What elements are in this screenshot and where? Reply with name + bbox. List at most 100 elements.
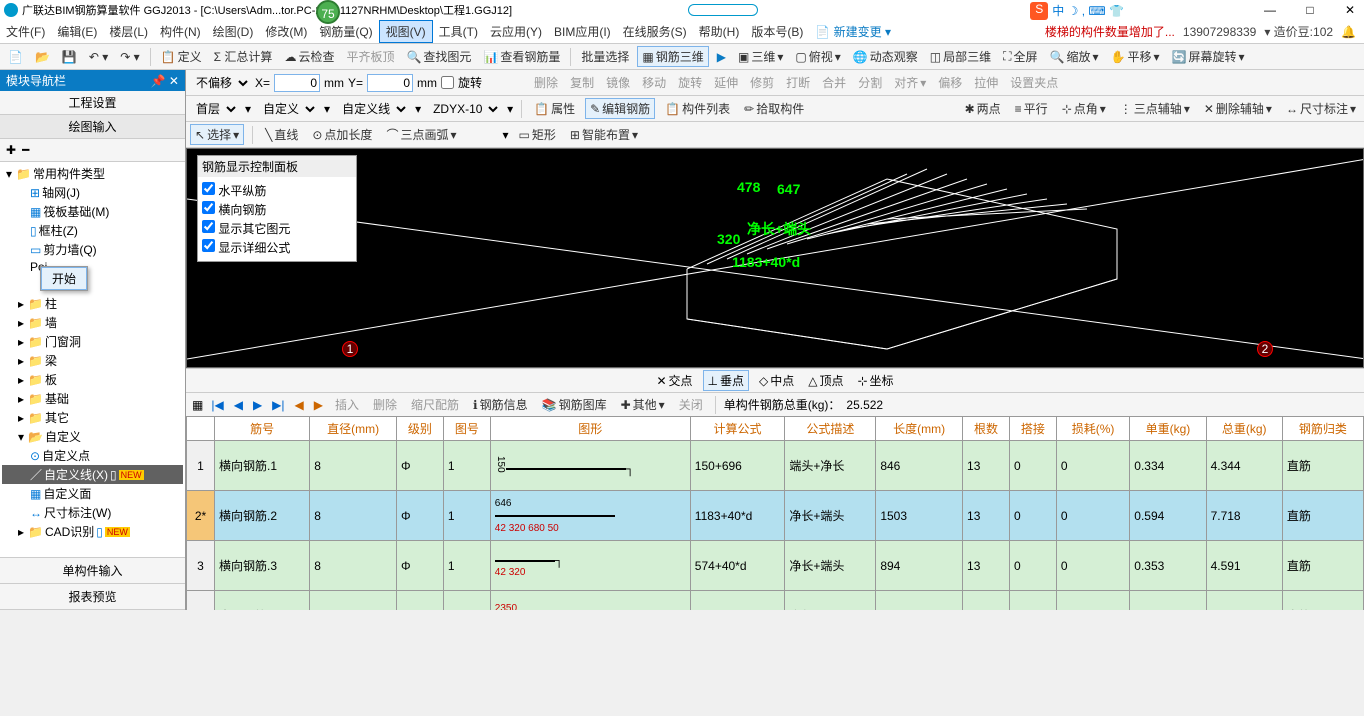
point-button[interactable]: ⊹ 点角 ▾	[1058, 98, 1110, 119]
editrebar-button[interactable]: ✎ 编辑钢筋	[585, 98, 655, 119]
menu-tool[interactable]: 工具(T)	[433, 21, 484, 42]
tree-dimension[interactable]: ↔ 尺寸标注(W)	[2, 503, 183, 522]
floor-combo[interactable]: 首层	[190, 100, 239, 118]
menu-version[interactable]: 版本号(B)	[745, 21, 809, 42]
line-button[interactable]: ╲ 直线	[261, 124, 302, 145]
pickcomp-button[interactable]: ✏ 拾取构件	[740, 98, 808, 119]
screenrotate-button[interactable]: 🔄 屏幕旋转 ▾	[1168, 46, 1249, 67]
rebarinfo-button[interactable]: ℹ 钢筋信息	[469, 394, 532, 415]
tree-wall-folder[interactable]: ▸📁墙	[2, 313, 183, 332]
rotate-checkbox[interactable]	[441, 76, 454, 89]
rect-button[interactable]: ▭ 矩形	[515, 124, 560, 145]
threeaux-button[interactable]: ⋮ 三点辅轴 ▾	[1116, 98, 1194, 119]
rebar-grid[interactable]: 筋号直径(mm)级别 图号图形计算公式 公式描述长度(mm)根数 搭接损耗(%)…	[186, 416, 1364, 610]
tree-col-folder[interactable]: ▸📁柱	[2, 294, 183, 313]
tree-found-folder[interactable]: ▸📁基础	[2, 389, 183, 408]
collapse-icon[interactable]: ━	[22, 143, 29, 157]
threearc-button[interactable]: ⌒ 三点画弧 ▾	[382, 124, 460, 145]
new-file-button[interactable]: 📄	[4, 48, 27, 66]
popup-menu[interactable]: 开始	[40, 266, 88, 291]
name-combo[interactable]: ZDYX-10	[427, 100, 501, 118]
sidebar-pin-icon[interactable]: 📌 ✕	[151, 74, 179, 88]
tab-draw-input[interactable]: 绘图输入	[0, 115, 185, 139]
nav-next[interactable]: ▶	[251, 398, 264, 412]
tab-single-input[interactable]: 单构件输入	[0, 558, 185, 584]
account-number[interactable]: 13907298339	[1183, 25, 1256, 39]
viewrebar-button[interactable]: 📊 查看钢筋量	[479, 46, 564, 67]
tree-raft[interactable]: ▦ 筏板基础(M)	[2, 202, 183, 221]
tree-other-folder[interactable]: ▸📁其它	[2, 408, 183, 427]
snap-coord[interactable]: ⊹ 坐标	[853, 371, 897, 390]
news-ticker[interactable]: 楼梯的构件数量增加了...	[1045, 23, 1175, 40]
check-formula[interactable]: 显示详细公式	[202, 238, 352, 257]
ime-lang[interactable]: 中 ☽ , ⌨ 👕	[1052, 2, 1124, 20]
tree-slab-folder[interactable]: ▸📁板	[2, 370, 183, 389]
x-input[interactable]	[274, 74, 320, 92]
check-transverse[interactable]: 横向钢筋	[202, 200, 352, 219]
component-tree[interactable]: ▾📁常用构件类型 ⊞ 轴网(J) ▦ 筏板基础(M) ▯ 框柱(Z) ▭ 剪力墙…	[0, 162, 185, 557]
menu-file[interactable]: 文件(F)	[0, 21, 51, 42]
menu-view[interactable]: 视图(V)	[379, 20, 433, 43]
menu-online[interactable]: 在线服务(S)	[617, 21, 693, 42]
tree-beam-folder[interactable]: ▸📁梁	[2, 351, 183, 370]
rebar-display-panel[interactable]: 钢筋显示控制面板 水平纵筋 横向钢筋 显示其它图元 显示详细公式	[197, 155, 357, 262]
lookdown-button[interactable]: ▢ 俯视 ▾	[791, 46, 844, 67]
tree-opening-folder[interactable]: ▸📁门窗洞	[2, 332, 183, 351]
undo-button[interactable]: ↶ ▾	[85, 48, 112, 66]
next-button[interactable]: ▶	[713, 48, 730, 66]
category-combo[interactable]: 自定义	[257, 100, 318, 118]
sumcalc-button[interactable]: Σ 汇总计算	[210, 46, 277, 67]
tree-column[interactable]: ▯ 框柱(Z)	[2, 221, 183, 240]
check-other[interactable]: 显示其它图元	[202, 219, 352, 238]
redo-button[interactable]: ↷ ▾	[116, 48, 143, 66]
tree-cad-folder[interactable]: ▸📁CAD识别 ▯NEW	[2, 522, 183, 541]
other-button[interactable]: ✚ 其他 ▾	[617, 394, 669, 415]
close-grid-button[interactable]: 关闭	[675, 394, 707, 415]
tree-custom-point[interactable]: ⊙ 自定义点	[2, 446, 183, 465]
dynview-button[interactable]: 🌐 动态观察	[849, 46, 922, 67]
rebarlib-button[interactable]: 📚 钢筋图库	[538, 394, 611, 415]
close-button[interactable]: ✕	[1340, 3, 1360, 17]
expand-icon[interactable]: ✚	[6, 143, 16, 157]
snap-mid[interactable]: ◇ 中点	[755, 371, 798, 390]
tree-poi[interactable]: Poi...	[2, 259, 183, 275]
batchsel-button[interactable]: 批量选择	[577, 46, 633, 67]
menu-rebar[interactable]: 钢筋量(Q)	[313, 21, 378, 42]
menu-component[interactable]: 构件(N)	[154, 21, 207, 42]
smartlayout-button[interactable]: ⊞ 智能布置 ▾	[566, 124, 642, 145]
menu-draw[interactable]: 绘图(D)	[207, 21, 260, 42]
open-file-button[interactable]: 📂	[31, 48, 54, 66]
tree-axis[interactable]: ⊞ 轴网(J)	[2, 183, 183, 202]
nav-last[interactable]: ▶|	[270, 398, 286, 412]
menu-bim[interactable]: BIM应用(I)	[548, 21, 617, 42]
view3d-button[interactable]: ▣ 三维 ▾	[734, 46, 787, 67]
tree-custom-line[interactable]: ／ 自定义线(X)▯NEW	[2, 465, 183, 484]
snap-perp[interactable]: ⊥ 垂点	[703, 370, 749, 391]
rebar3d-button[interactable]: ▦ 钢筋三维	[637, 46, 708, 67]
attr-button[interactable]: 📋 属性	[530, 98, 579, 119]
check-horizontal[interactable]: 水平纵筋	[202, 181, 352, 200]
cloudcheck-button[interactable]: ☁ 云检查	[280, 46, 338, 67]
maximize-button[interactable]: □	[1300, 3, 1320, 17]
parallel-button[interactable]: ≡ 平行	[1011, 98, 1052, 119]
tab-project-settings[interactable]: 工程设置	[0, 91, 185, 115]
tree-custom-face[interactable]: ▦ 自定义面	[2, 484, 183, 503]
zoom-button[interactable]: 🔍 缩放 ▾	[1046, 46, 1103, 67]
dimension-button[interactable]: ↔ 尺寸标注 ▾	[1282, 98, 1360, 119]
findgraph-button[interactable]: 🔍 查找图元	[402, 46, 475, 67]
addlen-button[interactable]: ⊙ 点加长度	[308, 124, 376, 145]
nav-prev[interactable]: ◀	[232, 398, 245, 412]
local3d-button[interactable]: ◫ 局部三维	[926, 46, 995, 67]
pan-button[interactable]: ✋ 平移 ▾	[1107, 46, 1164, 67]
tree-custom-folder[interactable]: ▾📂自定义	[2, 427, 183, 446]
viewport-3d[interactable]: 钢筋显示控制面板 水平纵筋 横向钢筋 显示其它图元 显示详细公式 478 647…	[186, 148, 1364, 368]
complist-button[interactable]: 📋 构件列表	[661, 98, 734, 119]
menu-help[interactable]: 帮助(H)	[693, 21, 746, 42]
grid-icon[interactable]: ▦	[192, 398, 203, 412]
save-file-button[interactable]: 💾	[58, 48, 81, 66]
type-combo[interactable]: 自定义线	[336, 100, 409, 118]
bell-icon[interactable]: 🔔	[1341, 25, 1356, 39]
y-input[interactable]	[367, 74, 413, 92]
menu-modify[interactable]: 修改(M)	[259, 21, 313, 42]
snap-top[interactable]: △ 顶点	[804, 371, 847, 390]
